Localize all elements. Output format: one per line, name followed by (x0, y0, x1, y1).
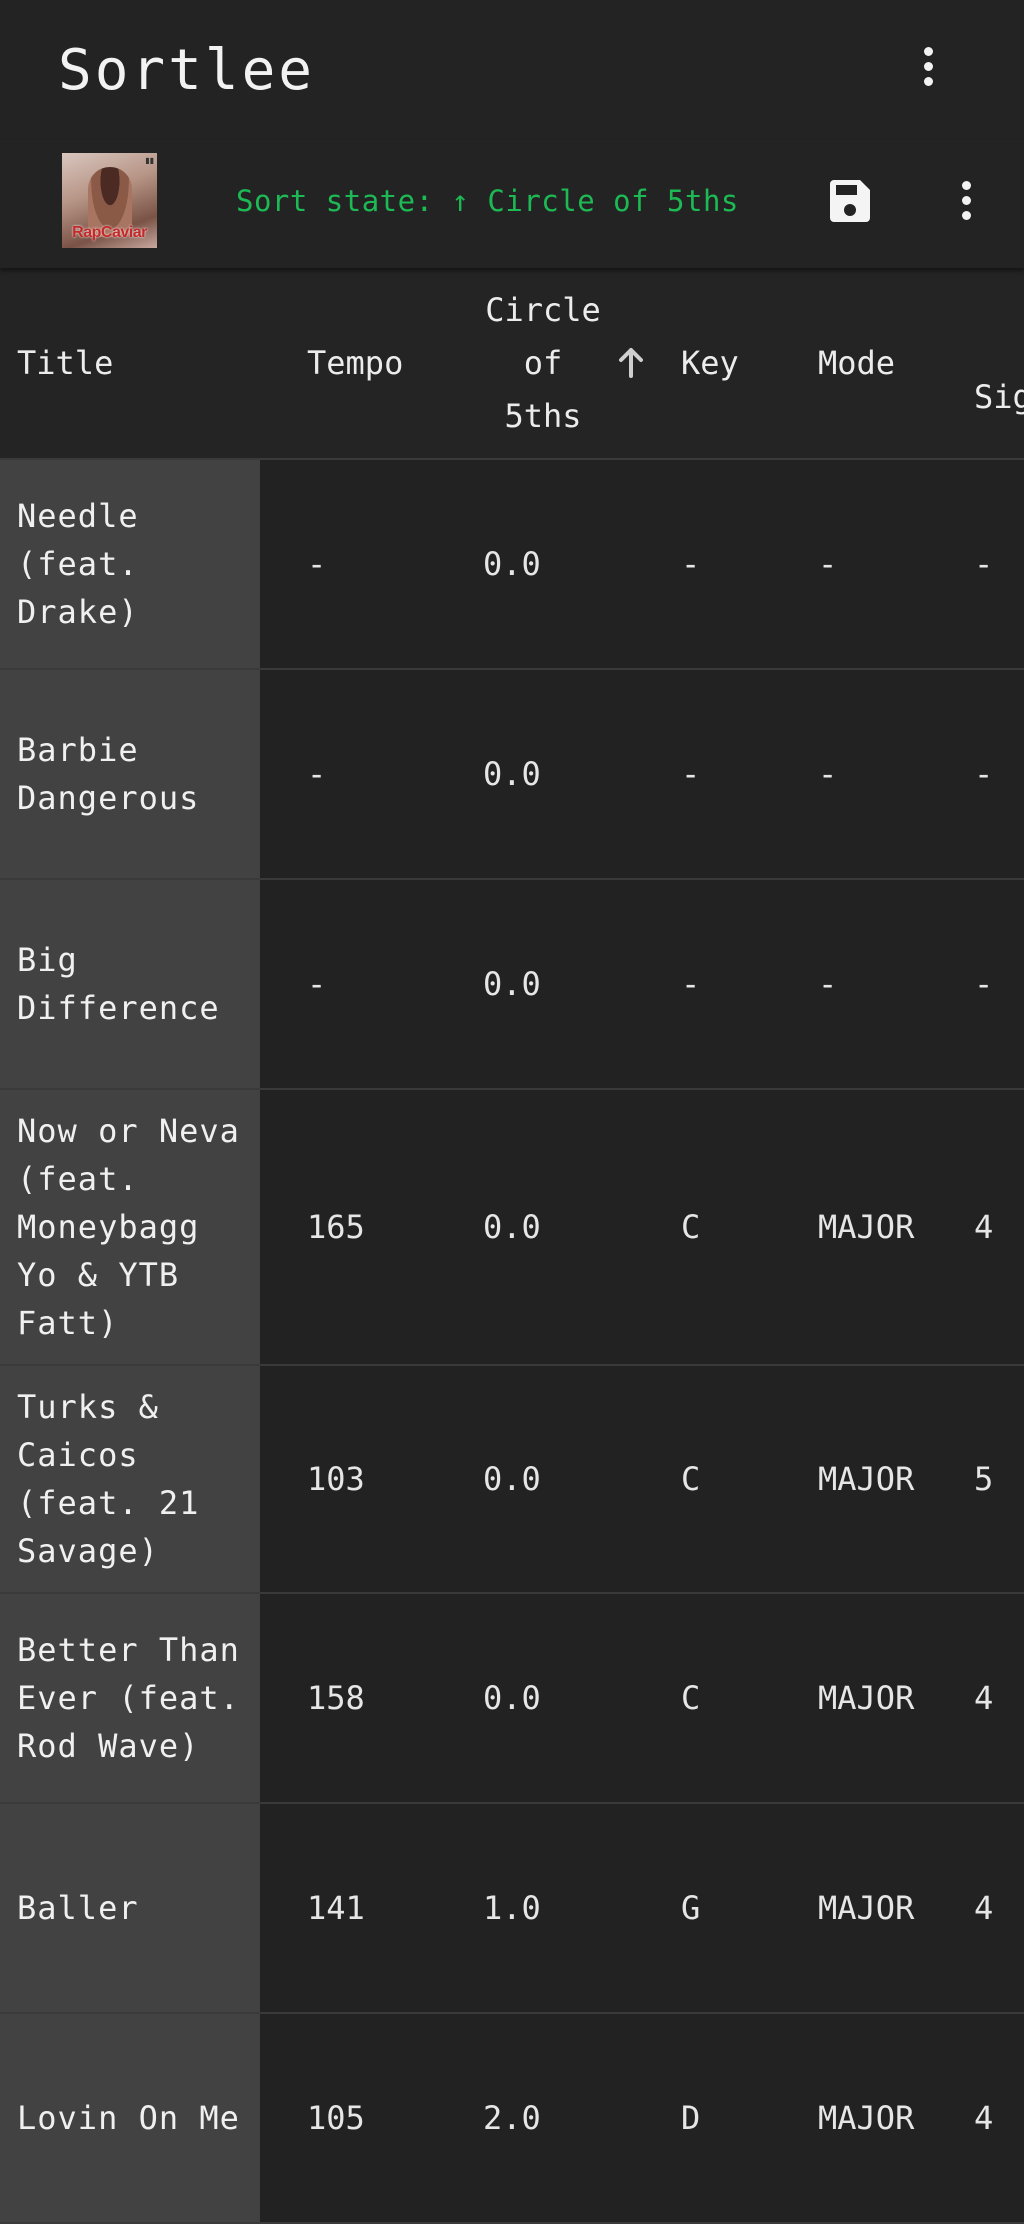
signature-cell: - (974, 755, 994, 793)
table-row[interactable]: Turks & Caicos (feat. 21 Savage) 103 0.0 C M… (0, 1366, 1024, 1594)
app-overflow-menu-icon[interactable] (908, 36, 948, 96)
app-title: Sortlee (58, 38, 316, 103)
sort-ascending-arrow-icon (614, 346, 648, 380)
tempo-cell: - (307, 965, 327, 1003)
track-title-cell: Lovin On Me (0, 2014, 260, 2222)
signature-cell: - (974, 545, 994, 583)
signature-cell: 5 (974, 1460, 994, 1498)
sort-state-label: Sort state: ↑ Circle of 5ths (236, 184, 739, 218)
table-row[interactable]: Baller 141 1.0 G MAJOR 4 (0, 1804, 1024, 2014)
signature-cell: 4 (974, 2099, 994, 2137)
circle-of-5ths-cell: 0.0 (483, 1679, 541, 1717)
playlist-toolbar: ▮▮ RapCaviar Sort state: ↑ Circle of 5th… (0, 140, 1024, 268)
circle-of-5ths-cell: 0.0 (483, 1460, 541, 1498)
column-header-key[interactable]: Key (681, 268, 739, 458)
signature-cell: 4 (974, 1679, 994, 1717)
toolbar-overflow-menu-icon[interactable] (946, 170, 986, 230)
mode-cell: - (818, 755, 838, 793)
column-header-tempo[interactable]: Tempo (307, 268, 403, 458)
circle-of-5ths-cell: 0.0 (483, 965, 541, 1003)
circle-of-5ths-cell: 0.0 (483, 755, 541, 793)
table-row[interactable]: Now or Neva (feat. Moneybagg Yo & YTB Fa… (0, 1090, 1024, 1366)
key-cell: - (681, 545, 701, 583)
signature-cell: - (974, 965, 994, 1003)
track-title-cell: Now or Neva (feat. Moneybagg Yo & YTB Fa… (0, 1090, 260, 1364)
table-header: Title Tempo Circle of 5ths Key Mode Sig (0, 268, 1024, 460)
column-header-circle-of-5ths[interactable]: Circle of 5ths (478, 268, 608, 458)
signature-cell: 4 (974, 1889, 994, 1927)
column-header-title[interactable]: Title (17, 268, 113, 458)
table-row[interactable]: Lovin On Me 105 2.0 D MAJOR 4 (0, 2014, 1024, 2224)
tempo-cell: 158 (307, 1679, 365, 1717)
tempo-cell: 103 (307, 1460, 365, 1498)
key-cell: - (681, 755, 701, 793)
tracks-table: Title Tempo Circle of 5ths Key Mode Sig … (0, 268, 1024, 2224)
table-body: Needle (feat. Drake) -0.0- - - Barbie Danger… (0, 460, 1024, 2224)
track-title-cell: Turks & Caicos (feat. 21 Savage) (0, 1366, 260, 1592)
key-cell: G (681, 1889, 701, 1927)
tempo-cell: - (307, 545, 327, 583)
tempo-cell: 141 (307, 1889, 365, 1927)
key-cell: C (681, 1460, 701, 1498)
table-row[interactable]: Big Difference - 0.0 - - - (0, 880, 1024, 1090)
key-cell: D (681, 2099, 701, 2137)
key-cell: C (681, 1208, 701, 1246)
circle-of-5ths-cell: 1.0 (483, 1889, 541, 1927)
table-row[interactable]: Needle (feat. Drake) - 0.0 - - - (0, 460, 1024, 670)
key-cell: - (681, 965, 701, 1003)
mode-cell: - (818, 545, 838, 583)
column-header-mode[interactable]: Mode (818, 268, 895, 458)
track-title-cell: Needle (feat. Drake) (0, 460, 260, 668)
mode-cell: MAJOR (818, 1460, 915, 1498)
column-header-signature[interactable]: Sig (974, 268, 1024, 492)
tempo-cell: 105 (307, 2099, 365, 2137)
circle-of-5ths-cell: 0.0 (483, 545, 541, 583)
mode-cell: MAJOR (818, 1889, 915, 1927)
track-title-cell: Better Than Ever (feat. Rod Wave) (0, 1594, 260, 1802)
signature-cell: 4 (974, 1208, 994, 1246)
mode-cell: MAJOR (818, 1208, 915, 1246)
mode-cell: MAJOR (818, 2099, 915, 2137)
circle-of-5ths-cell: 0.0 (483, 1208, 541, 1246)
mode-cell: MAJOR (818, 1679, 915, 1717)
table-row[interactable]: Barbie Dangerous - 0.0 - - - (0, 670, 1024, 880)
save-icon[interactable] (826, 178, 874, 226)
playlist-cover-image[interactable]: ▮▮ RapCaviar (62, 153, 157, 248)
key-cell: C (681, 1679, 701, 1717)
table-row[interactable]: Better Than Ever (feat. Rod Wave) 158 0.0 C… (0, 1594, 1024, 1804)
track-title-cell: Barbie Dangerous (0, 670, 260, 878)
app-bar: Sortlee (0, 0, 1024, 140)
tempo-cell: 165 (307, 1208, 365, 1246)
track-title-cell: Big Difference (0, 880, 260, 1088)
track-title-cell: Baller (0, 1804, 260, 2012)
mode-cell: - (818, 965, 838, 1003)
tempo-cell: - (307, 755, 327, 793)
circle-of-5ths-cell: 2.0 (483, 2099, 541, 2137)
